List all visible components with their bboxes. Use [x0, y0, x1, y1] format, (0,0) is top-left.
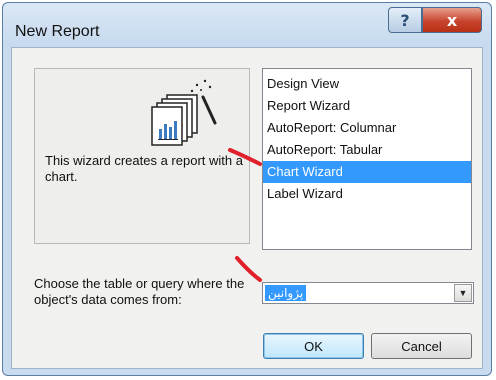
- list-item-label-wizard[interactable]: Label Wizard: [263, 183, 471, 205]
- help-button[interactable]: ?: [388, 7, 422, 33]
- dropdown-button[interactable]: ▼: [454, 284, 472, 302]
- ok-button[interactable]: OK: [263, 333, 364, 359]
- cancel-button[interactable]: Cancel: [371, 333, 472, 359]
- list-item-chart-wizard[interactable]: Chart Wizard: [263, 161, 471, 183]
- dialog-body: This wizard creates a report with a char…: [11, 47, 483, 369]
- window-title: New Report: [15, 23, 100, 40]
- list-item-autoreport-columnar[interactable]: AutoReport: Columnar: [263, 117, 471, 139]
- data-source-combobox[interactable]: پژوانین ▼: [262, 282, 474, 304]
- close-button[interactable]: x: [422, 7, 482, 33]
- chart-report-wizard-icon: [151, 79, 217, 146]
- report-type-list[interactable]: Design View Report Wizard AutoReport: Co…: [262, 68, 472, 250]
- wizard-preview-panel: This wizard creates a report with a char…: [34, 68, 250, 244]
- data-source-value: پژوانین: [265, 285, 307, 301]
- new-report-dialog: New Report ? x This wizard creates a rep…: [2, 2, 492, 376]
- list-item-design-view[interactable]: Design View: [263, 73, 471, 95]
- help-icon: ?: [400, 10, 410, 30]
- list-item-autoreport-tabular[interactable]: AutoReport: Tabular: [263, 139, 471, 161]
- title-bar: New Report ? x: [3, 3, 491, 47]
- chevron-down-icon: ▼: [458, 288, 468, 298]
- wizard-description: This wizard creates a report with a char…: [45, 153, 243, 184]
- data-source-label: Choose the table or query where the obje…: [34, 276, 245, 307]
- close-icon: x: [446, 10, 458, 30]
- list-item-report-wizard[interactable]: Report Wizard: [263, 95, 471, 117]
